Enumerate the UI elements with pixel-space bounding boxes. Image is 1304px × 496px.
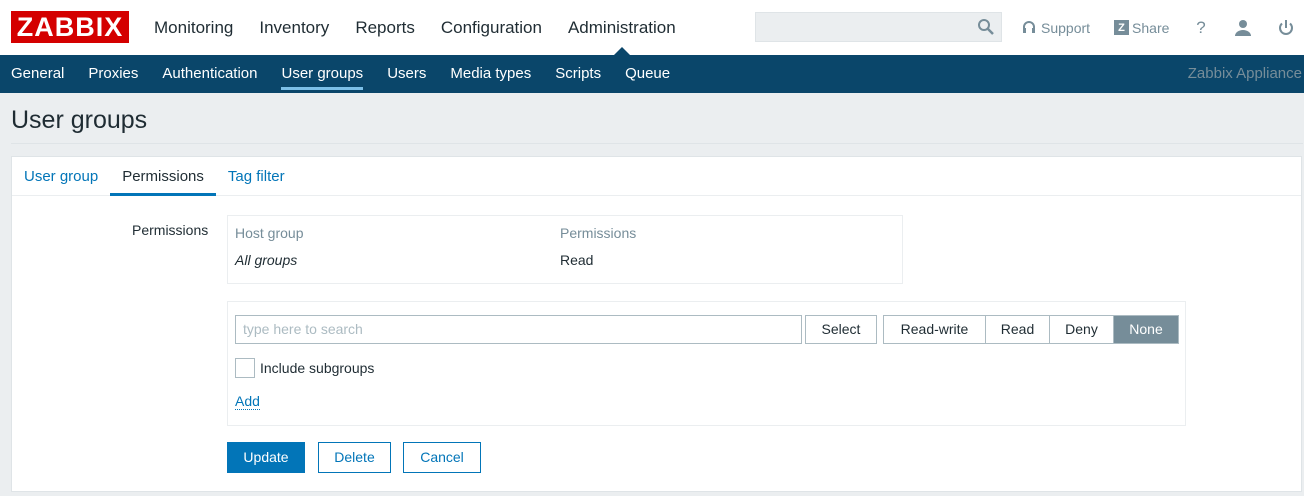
support-link[interactable]: Support xyxy=(1021,20,1090,36)
column-header-host-group: Host group xyxy=(235,225,304,241)
top-bar: ZABBIX Monitoring Inventory Reports Conf… xyxy=(0,0,1304,55)
tab-permissions[interactable]: Permissions xyxy=(110,157,216,196)
nav-inventory[interactable]: Inventory xyxy=(246,0,342,55)
headset-icon xyxy=(1023,20,1035,33)
main-nav: Monitoring Inventory Reports Configurati… xyxy=(141,0,689,55)
share-label: Share xyxy=(1132,19,1170,36)
nav-administration[interactable]: Administration xyxy=(555,0,689,55)
subnav-media-types[interactable]: Media types xyxy=(438,55,543,93)
help-icon[interactable]: ? xyxy=(1190,17,1212,39)
subnav-users[interactable]: Users xyxy=(375,55,438,93)
person-icon xyxy=(1235,20,1251,36)
subnav-queue[interactable]: Queue xyxy=(613,55,682,93)
permission-read[interactable]: Read xyxy=(986,316,1050,343)
tab-user-group[interactable]: User group xyxy=(12,157,110,195)
cell-permission: Read xyxy=(560,252,594,268)
permissions-table: Host group Permissions All groups Read xyxy=(227,215,903,284)
sign-out-icon[interactable] xyxy=(1275,17,1297,39)
cell-host-group: All groups xyxy=(235,252,298,268)
support-label: Support xyxy=(1041,19,1091,36)
subnav-general[interactable]: General xyxy=(0,55,76,93)
form-tabs: User group Permissions Tag filter xyxy=(12,157,1301,196)
server-name: Zabbix Appliance xyxy=(1187,65,1302,82)
permission-segmented-control: Read-write Read Deny None xyxy=(883,315,1179,344)
delete-button[interactable]: Delete xyxy=(318,442,391,473)
share-icon: Z xyxy=(1114,20,1130,35)
permissions-field-label: Permissions xyxy=(132,222,209,238)
add-permission-box: type here to search Select Read-write Re… xyxy=(227,301,1186,426)
title-divider xyxy=(11,143,1303,144)
logo-text: ZABBIX xyxy=(16,11,124,42)
tab-tag-filter[interactable]: Tag filter xyxy=(216,157,297,195)
power-icon xyxy=(1279,20,1293,35)
cancel-button[interactable]: Cancel xyxy=(403,442,481,473)
host-group-search-input[interactable]: type here to search xyxy=(235,315,802,344)
zabbix-logo[interactable]: ZABBIX xyxy=(11,11,129,43)
subnav-user-groups[interactable]: User groups xyxy=(269,55,375,93)
permission-deny[interactable]: Deny xyxy=(1050,316,1114,343)
nav-configuration[interactable]: Configuration xyxy=(428,0,555,55)
permission-read-write[interactable]: Read-write xyxy=(884,316,986,343)
page-title: User groups xyxy=(11,106,148,134)
global-search xyxy=(755,12,1002,42)
add-link[interactable]: Add xyxy=(235,393,260,410)
subnav-scripts[interactable]: Scripts xyxy=(543,55,613,93)
search-icon[interactable] xyxy=(977,18,995,36)
share-link[interactable]: Z Share xyxy=(1114,20,1169,36)
subnav-proxies[interactable]: Proxies xyxy=(76,55,150,93)
sub-nav: General Proxies Authentication User grou… xyxy=(0,55,1304,93)
select-button[interactable]: Select xyxy=(805,315,877,344)
permission-none[interactable]: None xyxy=(1114,316,1178,343)
include-subgroups-checkbox[interactable] xyxy=(235,358,255,378)
subnav-authentication[interactable]: Authentication xyxy=(150,55,269,93)
nav-monitoring[interactable]: Monitoring xyxy=(141,0,246,55)
top-links: Support Z Share xyxy=(1021,0,1193,55)
update-button[interactable]: Update xyxy=(227,442,305,473)
include-subgroups-label: Include subgroups xyxy=(260,360,375,376)
user-group-form: User group Permissions Tag filter Permis… xyxy=(11,156,1302,492)
user-profile-icon[interactable] xyxy=(1232,17,1254,39)
help-label: ? xyxy=(1196,18,1206,37)
column-header-permissions: Permissions xyxy=(560,225,637,241)
nav-reports[interactable]: Reports xyxy=(342,0,428,55)
search-input[interactable] xyxy=(756,13,966,41)
